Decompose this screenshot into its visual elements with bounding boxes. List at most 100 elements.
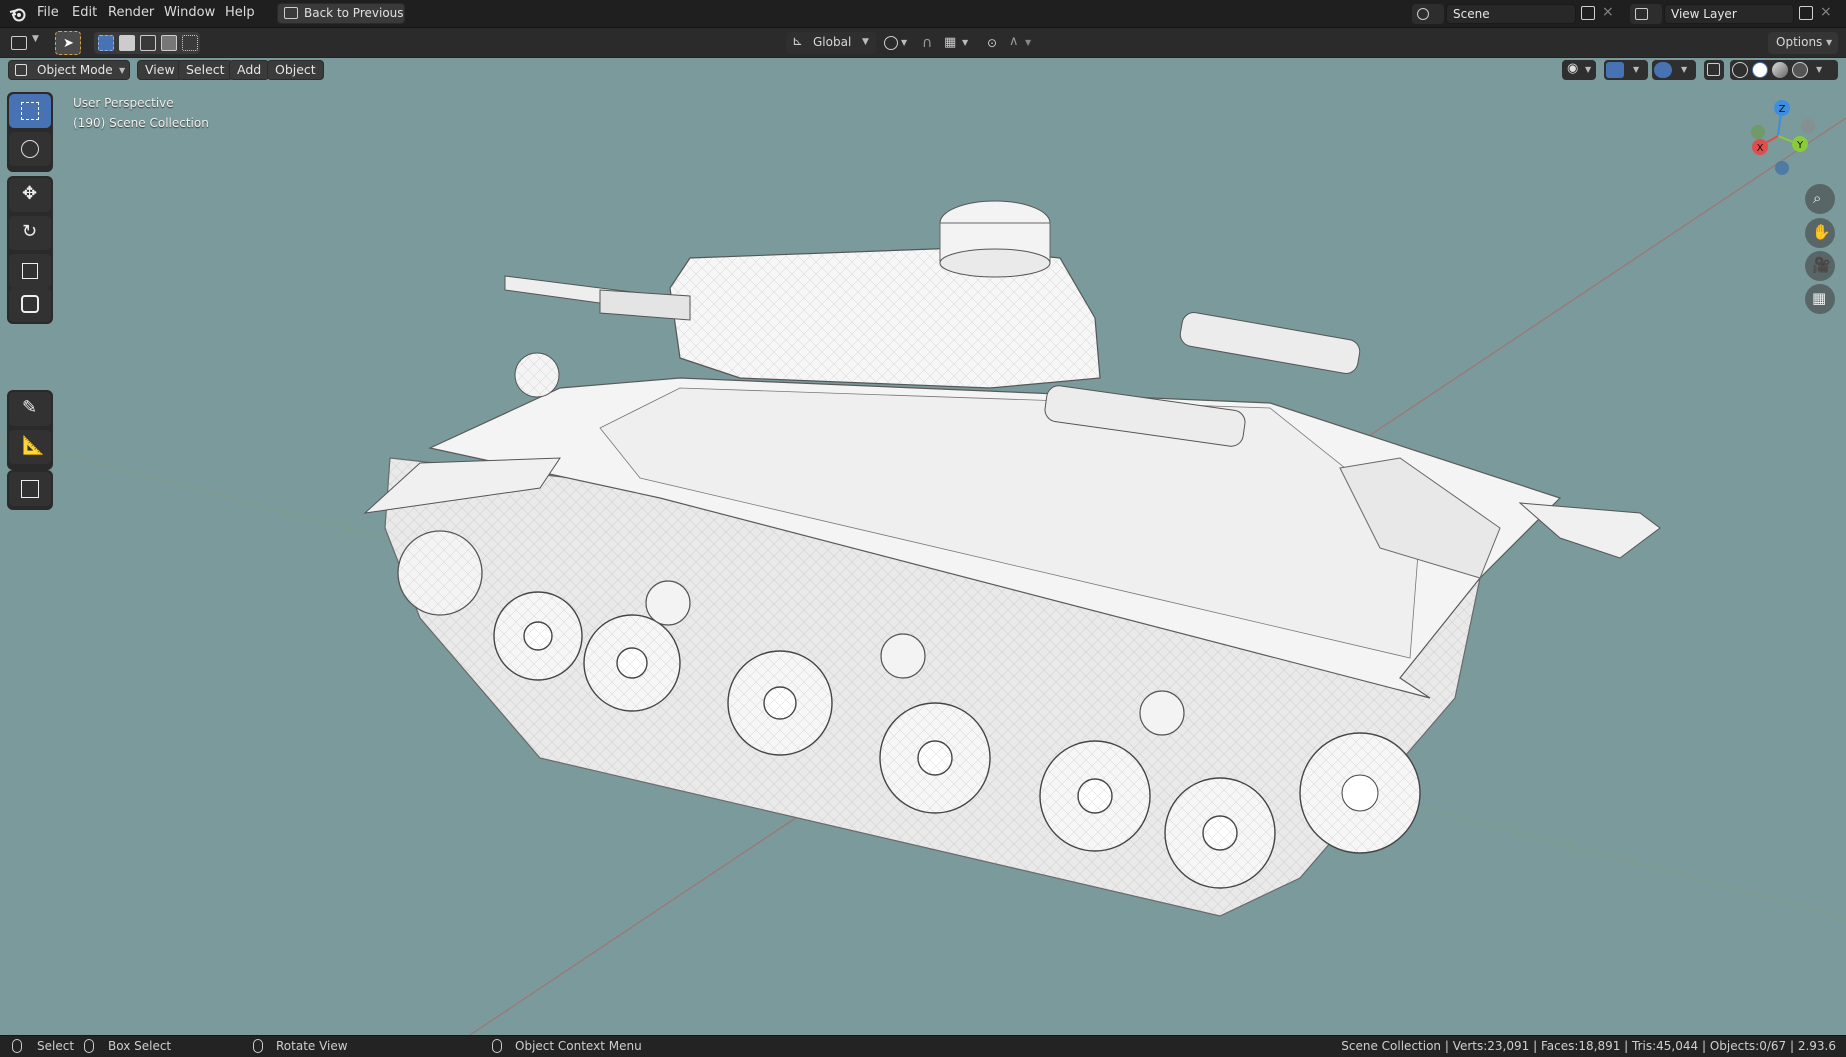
- navigation-gizmo[interactable]: Z Y X: [1738, 96, 1824, 176]
- hand-icon: ✋: [1812, 223, 1831, 241]
- shading-mode-group: ▼: [1730, 60, 1838, 80]
- rendered-shading-icon[interactable]: [1792, 62, 1808, 78]
- transform-orientation-dropdown[interactable]: ⊾ Global ▼: [786, 32, 876, 54]
- scene-icon: [1417, 8, 1429, 20]
- transform-tool[interactable]: [9, 288, 51, 322]
- overlays-dropdown[interactable]: ▼: [1652, 60, 1696, 80]
- rotate-tool[interactable]: ↻: [9, 216, 51, 250]
- camera-view-button[interactable]: 🎥: [1805, 251, 1835, 281]
- annotate-tool[interactable]: ✎: [9, 392, 51, 426]
- pivot-point-dropdown[interactable]: ▼: [880, 32, 912, 54]
- perspective-toggle-button[interactable]: ▦: [1805, 284, 1835, 314]
- selection-mode-group: [94, 32, 200, 54]
- snap-element-dropdown[interactable]: ▦ ▼: [942, 32, 972, 54]
- select-box-icon: [21, 102, 39, 120]
- rotate-icon: ↻: [22, 221, 38, 242]
- select-extend-icon[interactable]: [119, 35, 135, 51]
- back-to-previous-label: Back to Previous: [304, 6, 404, 20]
- status-bar: Select Box Select Rotate View Object Con…: [0, 1035, 1846, 1057]
- scale-icon: [22, 263, 38, 279]
- gizmo-toggle-icon[interactable]: [1606, 62, 1624, 78]
- overlays-icon[interactable]: [1654, 62, 1672, 78]
- gizmo-x-label: X: [1757, 143, 1764, 154]
- chevron-down-icon: ▼: [119, 66, 126, 75]
- object-mode-dropdown[interactable]: Object Mode ▼: [8, 60, 130, 80]
- object-menu-button[interactable]: Object: [267, 60, 324, 80]
- magnet-icon: ∩: [922, 35, 933, 51]
- scene-name: Scene: [1453, 7, 1490, 21]
- status-box-select: Box Select: [108, 1039, 172, 1053]
- proportional-falloff-dropdown[interactable]: ∧ ▼: [1006, 32, 1036, 54]
- select-subtract-icon[interactable]: [140, 35, 156, 51]
- eye-icon: ◉: [1567, 61, 1579, 76]
- menu-file[interactable]: File: [37, 5, 59, 20]
- transform-orientation-value: Global: [813, 35, 852, 49]
- xray-toggle[interactable]: [1704, 60, 1724, 80]
- chevron-down-icon: ▼: [901, 38, 908, 47]
- new-view-layer-icon[interactable]: [1799, 6, 1813, 20]
- select-menu-button[interactable]: Select: [178, 60, 233, 80]
- proportional-edit-icon: ⊙: [987, 36, 998, 50]
- scale-tool[interactable]: [9, 254, 51, 288]
- pivot-icon: [884, 36, 898, 50]
- gizmo-dropdown[interactable]: ▼: [1604, 60, 1648, 80]
- mouse-right-icon: [492, 1039, 502, 1053]
- menu-render[interactable]: Render: [108, 5, 154, 20]
- pan-view-button[interactable]: ✋: [1805, 218, 1835, 248]
- view-layer-browse-button[interactable]: [1630, 4, 1662, 24]
- transform-icon: [21, 295, 39, 313]
- tank-model: [363, 200, 1661, 917]
- blender-logo-icon[interactable]: [9, 6, 27, 22]
- scene-browse-button[interactable]: [1412, 4, 1444, 24]
- add-menu-button[interactable]: Add: [229, 60, 270, 80]
- gizmo-z-label: Z: [1779, 104, 1786, 115]
- mouse-middle-icon: [253, 1039, 263, 1053]
- chevron-down-icon: ▼: [962, 38, 969, 47]
- solid-shading-icon[interactable]: [1752, 62, 1768, 78]
- active-tool-button[interactable]: ➤: [55, 31, 81, 55]
- 3d-viewport[interactable]: Object Mode ▼ View Select Add Object ◉ ▼…: [0, 58, 1846, 1035]
- delete-scene-icon[interactable]: ×: [1602, 4, 1614, 20]
- menu-edit[interactable]: Edit: [72, 5, 97, 20]
- status-rotate-view: Rotate View: [276, 1039, 348, 1053]
- top-menu-bar: File Edit Render Window Help Back to Pre…: [0, 0, 1846, 28]
- visibility-dropdown[interactable]: ◉ ▼: [1562, 60, 1596, 80]
- menu-help[interactable]: Help: [225, 5, 255, 20]
- chevron-down-icon: ▼: [1633, 65, 1640, 74]
- options-dropdown[interactable]: Options ▼: [1768, 32, 1838, 54]
- measure-icon: 📐: [22, 435, 45, 456]
- zoom-icon: ⌕: [1813, 189, 1822, 207]
- measure-tool[interactable]: 📐: [9, 430, 51, 464]
- back-icon: [284, 7, 298, 19]
- mouse-drag-icon: [84, 1039, 94, 1053]
- cursor-tool[interactable]: [9, 132, 51, 166]
- chevron-down-icon: ▼: [1025, 38, 1032, 47]
- view-layer-icon: [1635, 8, 1648, 20]
- select-box-tool[interactable]: [9, 94, 51, 128]
- viewport-collection-label: (190) Scene Collection: [73, 116, 209, 130]
- delete-view-layer-icon[interactable]: ×: [1820, 4, 1832, 20]
- tool-settings-header: ▼ ➤ ⊾ Global ▼ ▼ ∩ ▦ ▼ ⊙ ∧ ▼ Options ▼: [0, 28, 1846, 58]
- view-layer-name-field[interactable]: View Layer: [1664, 4, 1794, 24]
- chevron-down-icon: ▼: [862, 37, 869, 47]
- add-cube-tool[interactable]: [9, 472, 51, 506]
- zoom-view-button[interactable]: ⌕: [1805, 184, 1835, 214]
- select-intersect-icon[interactable]: [182, 35, 198, 51]
- move-tool[interactable]: ✥: [9, 178, 51, 212]
- xray-icon: [1707, 63, 1720, 76]
- material-preview-icon[interactable]: [1772, 62, 1788, 78]
- wireframe-shading-icon[interactable]: [1732, 62, 1748, 78]
- snap-grid-icon: ▦: [944, 35, 957, 50]
- editor-type-button[interactable]: ▼: [8, 32, 44, 54]
- object-mode-label: Object Mode: [37, 63, 113, 77]
- select-invert-icon[interactable]: [161, 35, 177, 51]
- view-menu-button[interactable]: View: [137, 60, 183, 80]
- snap-toggle[interactable]: ∩: [918, 32, 940, 54]
- menu-window[interactable]: Window: [164, 5, 215, 20]
- scene-name-field[interactable]: Scene: [1446, 4, 1576, 24]
- back-to-previous-button[interactable]: Back to Previous: [277, 3, 405, 24]
- select-new-icon[interactable]: [98, 35, 114, 51]
- new-scene-icon[interactable]: [1581, 6, 1595, 20]
- chevron-down-icon: ▼: [1826, 38, 1833, 47]
- proportional-edit-toggle[interactable]: ⊙: [982, 32, 1004, 54]
